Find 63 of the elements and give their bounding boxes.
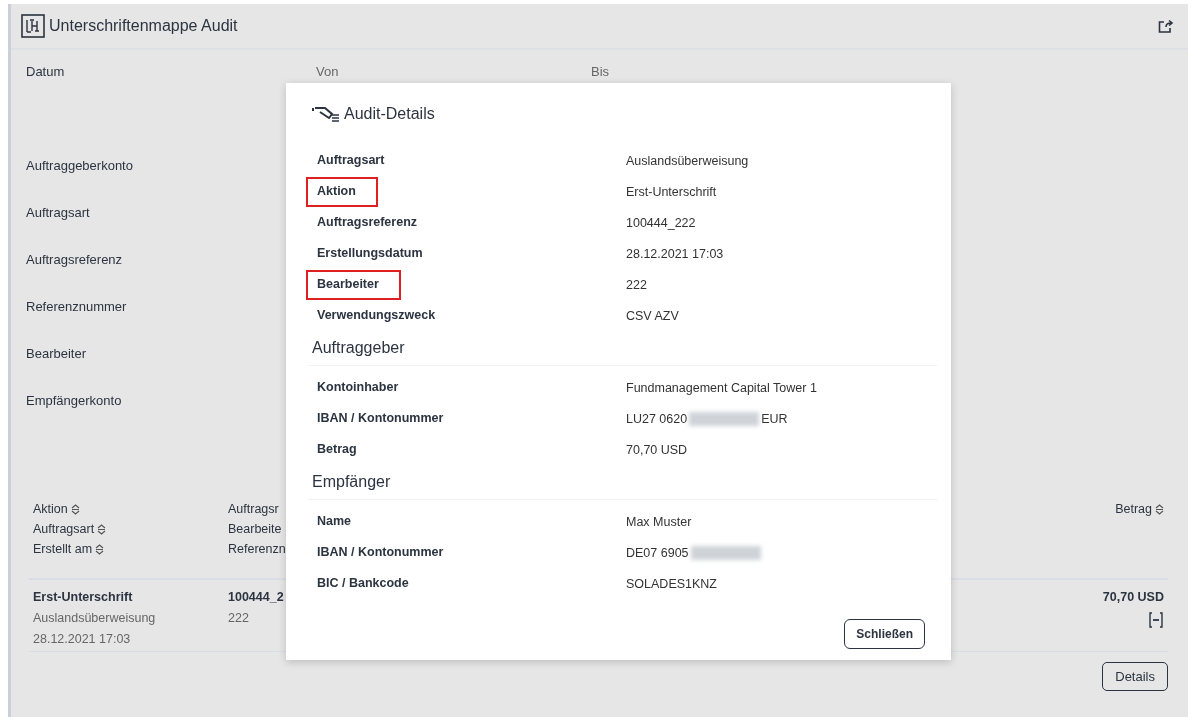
sort-icon[interactable] <box>70 503 80 515</box>
to-label: Bis <box>591 64 611 79</box>
field-value: CSV AZV <box>626 308 679 323</box>
field-label: Name <box>316 512 353 530</box>
collapse-icon[interactable] <box>1148 611 1164 629</box>
field-label: Auftragsreferenz <box>316 213 419 231</box>
column-header[interactable]: Auftragsr <box>228 502 279 516</box>
table-cell: 100444_2 <box>228 590 284 605</box>
section-heading: Empfänger <box>308 465 937 500</box>
close-button[interactable]: Schließen <box>844 619 925 649</box>
field-value: DE07 6905 <box>626 545 689 560</box>
field-value: SOLADES1KNZ <box>626 576 717 591</box>
filter-label: Auftraggeberkonto <box>26 158 133 173</box>
table-cell: 222 <box>228 611 249 626</box>
filter-label: Auftragsart <box>26 205 90 220</box>
sort-icon[interactable] <box>95 543 105 555</box>
field-value: 100444_222 <box>626 215 696 230</box>
field-value: 28.12.2021 17:03 <box>626 246 724 261</box>
column-header[interactable]: Auftragsart <box>33 522 107 536</box>
field-label: Erstellungsdatum <box>316 244 424 262</box>
table-cell: 28.12.2021 17:03 <box>33 632 131 647</box>
filter-label: Empfängerkonto <box>26 393 122 408</box>
field-value: 222 <box>626 277 647 292</box>
field-value: Erst-Unterschrift <box>626 184 717 199</box>
field-value: Max Muster <box>626 514 692 529</box>
field-value: Fundmanagement Capital Tower 1 <box>626 380 817 395</box>
highlighted-label: Bearbeiter <box>308 271 399 298</box>
sort-icon[interactable] <box>97 523 107 535</box>
filter-label: Auftragsreferenz <box>26 252 123 267</box>
section-heading: Auftraggeber <box>308 331 937 366</box>
redacted-area <box>690 545 761 560</box>
field-value: 70,70 USD <box>626 442 688 457</box>
table-cell: 70,70 USD <box>1102 590 1164 605</box>
field-label: Verwendungszweck <box>316 306 437 324</box>
logo-icon <box>21 14 45 38</box>
from-label: Von <box>316 64 340 79</box>
column-header[interactable]: Erstellt am <box>33 542 105 556</box>
signature-icon <box>312 106 340 122</box>
field-value: LU27 0620 <box>626 411 688 426</box>
dialog-title: Audit-Details <box>344 105 435 123</box>
table-cell: Erst-Unterschrift <box>33 590 133 605</box>
field-label: BIC / Bankcode <box>316 574 410 592</box>
column-header[interactable]: Bearbeite <box>228 522 282 536</box>
field-label: Auftragsart <box>316 151 386 169</box>
page-title: Unterschriftenmappe Audit <box>49 17 239 35</box>
field-label: IBAN / Kontonummer <box>316 543 445 561</box>
redacted-area <box>689 411 760 426</box>
field-value: Auslandsüberweisung <box>626 153 749 168</box>
field-label: IBAN / Kontonummer <box>316 409 445 427</box>
sort-icon[interactable] <box>1155 503 1164 515</box>
details-button[interactable]: Details <box>1102 662 1168 691</box>
column-header[interactable]: Aktion <box>33 502 80 516</box>
field-value: EUR <box>761 411 788 426</box>
filter-label: Bearbeiter <box>26 346 86 361</box>
highlighted-label: Aktion <box>308 178 376 205</box>
field-label: Betrag <box>316 440 358 458</box>
table-cell: Auslandsüberweisung <box>33 611 156 626</box>
export-icon[interactable] <box>1158 19 1174 33</box>
filter-label: Referenznummer <box>26 299 127 314</box>
filter-label: Datum <box>26 64 66 79</box>
column-header[interactable]: Referenzn <box>228 542 286 556</box>
field-label: Kontoinhaber <box>316 378 400 396</box>
column-header[interactable]: Betrag <box>1115 502 1164 516</box>
